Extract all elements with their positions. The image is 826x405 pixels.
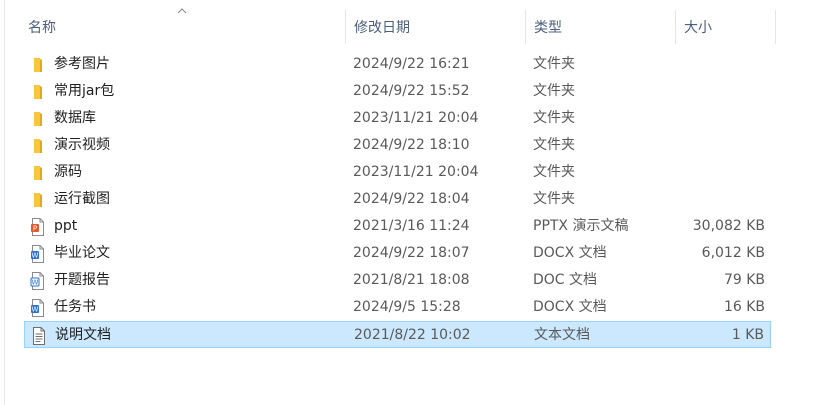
file-size: 30,082 KB xyxy=(692,218,765,234)
file-type: DOC 文档 xyxy=(533,272,598,288)
folder-icon xyxy=(30,110,46,128)
file-modified-date: 2024/9/22 18:10 xyxy=(353,137,470,153)
txt-icon xyxy=(31,327,47,345)
file-modified-date: 2024/9/22 18:07 xyxy=(353,245,470,261)
file-row[interactable]: 常用jar包 2024/9/22 15:52 文件夹 xyxy=(24,78,771,105)
file-type: 文件夹 xyxy=(533,56,575,72)
file-modified-date: 2021/8/22 10:02 xyxy=(354,327,471,343)
file-modified-date: 2024/9/22 15:52 xyxy=(353,83,470,99)
file-modified-date: 2021/3/16 11:24 xyxy=(353,218,470,234)
column-header-type[interactable]: 类型 xyxy=(526,0,675,46)
file-type: DOCX 文档 xyxy=(533,245,607,261)
svg-text:P: P xyxy=(33,225,37,233)
file-row[interactable]: 数据库 2023/11/21 20:04 文件夹 xyxy=(24,105,771,132)
file-type: 文件夹 xyxy=(533,164,575,180)
file-name: 数据库 xyxy=(54,110,96,126)
file-row[interactable]: 源码 2023/11/21 20:04 文件夹 xyxy=(24,159,771,186)
column-header-size[interactable]: 大小 xyxy=(676,0,775,46)
file-type: 文件夹 xyxy=(533,83,575,99)
file-size: 79 KB xyxy=(723,272,765,288)
svg-text:W: W xyxy=(32,279,39,287)
file-type: 文本文档 xyxy=(534,327,590,343)
file-size: 6,012 KB xyxy=(701,245,765,261)
file-name: 源码 xyxy=(54,164,82,180)
file-row[interactable]: 说明文档 2021/8/22 10:02 文本文档 1 KB xyxy=(24,321,771,348)
file-type: 文件夹 xyxy=(533,191,575,207)
folder-icon xyxy=(30,137,46,155)
sort-ascending-icon xyxy=(177,8,187,14)
file-row[interactable]: W 开题报告 2021/8/21 18:08 DOC 文档 79 KB xyxy=(24,267,771,294)
file-name: ppt xyxy=(54,218,78,234)
folder-icon xyxy=(30,56,46,74)
docx-icon: W xyxy=(30,299,46,317)
file-name: 开题报告 xyxy=(54,272,110,288)
file-modified-date: 2023/11/21 20:04 xyxy=(353,164,479,180)
file-row[interactable]: Pppt 2021/3/16 11:24 PPTX 演示文稿 30,082 KB xyxy=(24,213,771,240)
file-row[interactable]: W 任务书 2024/9/5 15:28 DOCX 文档 16 KB xyxy=(24,294,771,321)
file-row[interactable]: 参考图片 2024/9/22 16:21 文件夹 xyxy=(24,51,771,78)
file-row[interactable]: 演示视频 2024/9/22 18:10 文件夹 xyxy=(24,132,771,159)
file-type: PPTX 演示文稿 xyxy=(533,218,629,234)
file-row[interactable]: 运行截图 2024/9/22 18:04 文件夹 xyxy=(24,186,771,213)
file-name: 任务书 xyxy=(54,299,96,315)
file-name: 运行截图 xyxy=(54,191,110,207)
pptx-icon: P xyxy=(30,218,46,236)
column-header-name[interactable]: 名称 xyxy=(20,0,346,46)
file-type: 文件夹 xyxy=(533,110,575,126)
file-type: 文件夹 xyxy=(533,137,575,153)
column-header-date[interactable]: 修改日期 xyxy=(346,0,525,46)
file-name: 说明文档 xyxy=(55,327,111,343)
file-modified-date: 2021/8/21 18:08 xyxy=(353,272,470,288)
svg-text:W: W xyxy=(32,252,39,260)
file-type: DOCX 文档 xyxy=(533,299,607,315)
file-name: 演示视频 xyxy=(54,137,110,153)
file-modified-date: 2024/9/5 15:28 xyxy=(353,299,461,315)
file-modified-date: 2024/9/22 18:04 xyxy=(353,191,470,207)
folder-icon xyxy=(30,83,46,101)
file-size: 16 KB xyxy=(723,299,765,315)
column-header-bar: 名称 修改日期 类型 大小 xyxy=(0,0,826,46)
file-modified-date: 2023/11/21 20:04 xyxy=(353,110,479,126)
navigation-pane-edge xyxy=(0,0,5,405)
docx-icon: W xyxy=(30,245,46,263)
folder-icon xyxy=(30,164,46,182)
column-divider[interactable] xyxy=(775,10,776,44)
file-size: 1 KB xyxy=(731,327,764,343)
file-name: 常用jar包 xyxy=(54,83,115,99)
folder-icon xyxy=(30,191,46,209)
doc-icon: W xyxy=(30,272,46,290)
file-name: 参考图片 xyxy=(54,56,110,72)
file-modified-date: 2024/9/22 16:21 xyxy=(353,56,470,72)
file-row[interactable]: W 毕业论文 2024/9/22 18:07 DOCX 文档 6,012 KB xyxy=(24,240,771,267)
svg-text:W: W xyxy=(32,306,39,314)
file-name: 毕业论文 xyxy=(54,245,110,261)
